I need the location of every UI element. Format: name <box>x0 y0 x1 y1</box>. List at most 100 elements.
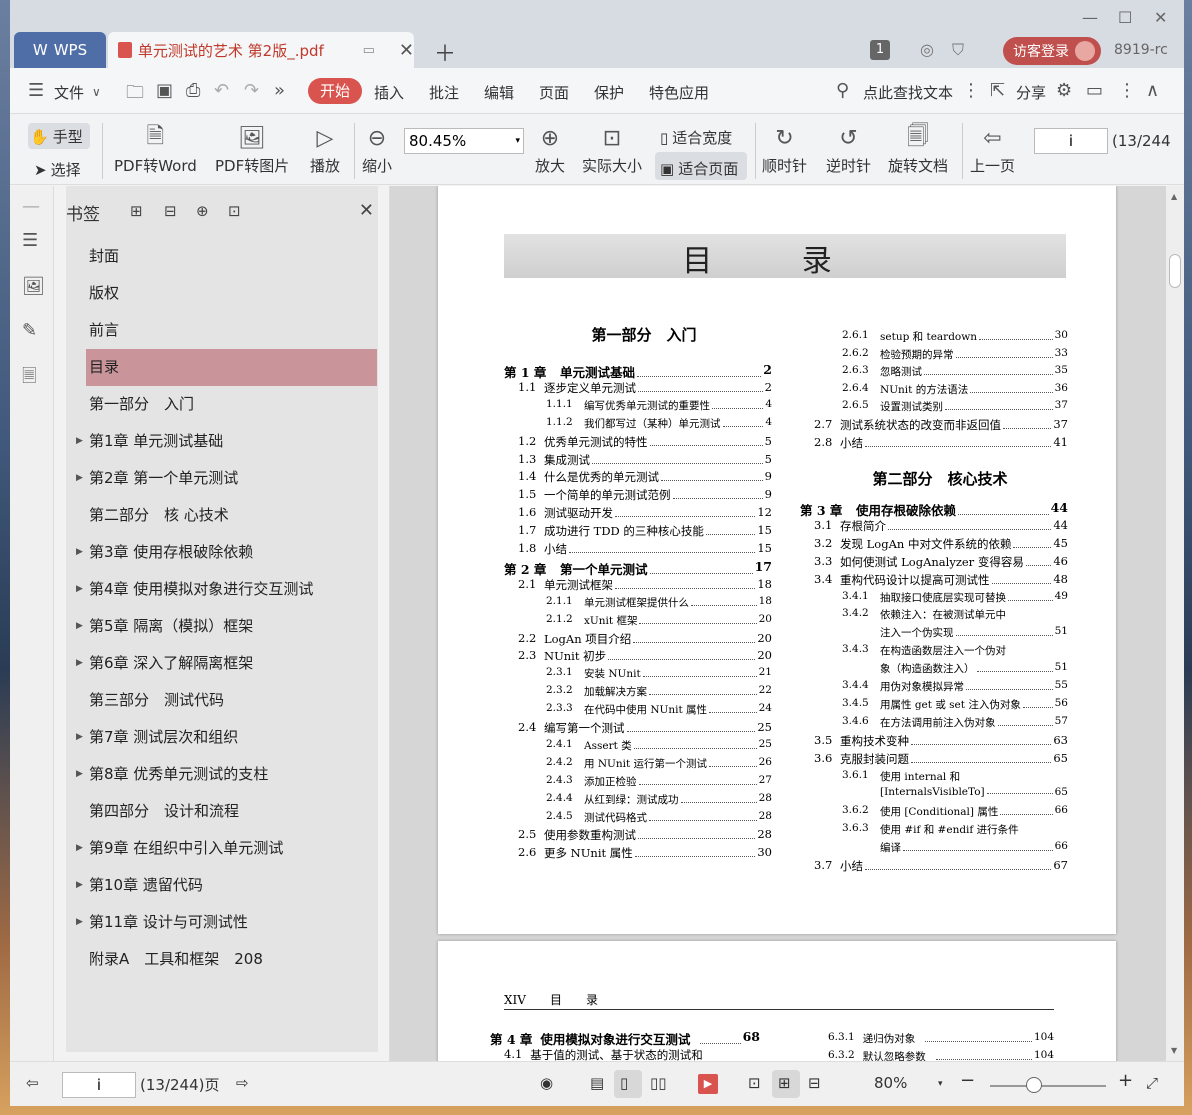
fit-page-status-icon[interactable]: ⊞ <box>778 1074 791 1092</box>
expand-arrow-icon[interactable]: ▶ <box>76 904 83 941</box>
close-window-button[interactable]: ✕ <box>1154 8 1167 27</box>
bookmark-item[interactable]: ▶ 第11章 设计与可测试性 <box>66 904 378 941</box>
menu-special[interactable]: 特色应用 <box>649 82 709 103</box>
toc-entry[interactable]: 第 2 章第一个单元测试 17 <box>504 559 772 578</box>
chevron-down-icon[interactable]: ∨ <box>92 85 101 99</box>
pdf-to-word-button[interactable]: 🗎 PDF转Word <box>114 121 197 176</box>
share-icon[interactable]: ⇱ <box>990 80 1005 101</box>
bookmark-list-icon[interactable]: ☰ <box>22 230 38 251</box>
comment-icon[interactable]: ▭ <box>1086 80 1103 101</box>
toc-entry[interactable]: 3.3 如何使测试 LogAnalyzer 变得容易 46 <box>814 554 1068 570</box>
toc-entry[interactable]: 第 1 章单元测试基础 2 <box>504 362 772 381</box>
bookmark-item[interactable]: ▶ 第10章 遗留代码 <box>66 867 378 904</box>
toc-entry[interactable]: 2.4.1 Assert 类 25 <box>546 738 772 753</box>
expand-arrow-icon[interactable]: ▶ <box>76 645 83 682</box>
tab-document[interactable]: 单元测试的艺术 第2版_.pdf ▭ ✕ <box>108 32 414 68</box>
toc-entry[interactable]: 3.6.1 使用 internal 和 <box>842 769 1068 784</box>
zoom-slider-track[interactable] <box>990 1085 1106 1087</box>
toc-entry[interactable]: 1.5 一个简单的单元测试范例 9 <box>518 487 772 503</box>
bookmark-item[interactable]: 目录 <box>86 349 377 386</box>
bookmark-item[interactable]: ▶ 第8章 优秀单元测试的支柱 <box>66 756 378 793</box>
toc-entry[interactable]: 2.3.1 安装 NUnit 21 <box>546 666 772 681</box>
bookmark-item[interactable]: 附录A 工具和框架 208 <box>66 941 378 978</box>
redo-icon[interactable]: ↷ <box>244 80 259 101</box>
minimize-button[interactable]: — <box>1082 8 1098 27</box>
bookmark-item[interactable]: ▶ 第3章 使用存根破除依赖 <box>66 534 378 571</box>
toc-entry[interactable]: 2.6.5 设置测试类别 37 <box>842 399 1068 414</box>
settings-icon[interactable]: ⚙ <box>1056 80 1072 101</box>
toc-entry[interactable]: 第 3 章使用存根破除依赖 44 <box>800 500 1068 519</box>
expand-arrow-icon[interactable]: ▶ <box>76 867 83 904</box>
zoom-in-button[interactable]: ⊕ 放大 <box>535 121 565 176</box>
bookmark-item[interactable]: 第一部分 入门 <box>66 386 378 423</box>
collapse-all-icon[interactable]: ⊟ <box>164 202 177 220</box>
expand-arrow-icon[interactable]: ▶ <box>76 608 83 645</box>
save-icon[interactable]: ▣ <box>156 80 173 101</box>
rotate-cw-button[interactable]: ↻ 顺时针 <box>762 121 807 176</box>
toc-entry[interactable]: 2.1 单元测试框架 18 <box>518 577 772 593</box>
toc-entry[interactable]: 2.8 小结 41 <box>814 435 1068 451</box>
toc-entry[interactable]: 3.2 发现 LogAn 中对文件系统的依赖 45 <box>814 536 1068 552</box>
page-number-input[interactable]: i <box>1034 128 1108 154</box>
guest-login-button[interactable]: 访客登录 <box>1003 37 1101 65</box>
zoom-select[interactable]: 80.45% ▾ <box>404 128 524 154</box>
more-options-icon[interactable]: ⋮ <box>1118 80 1136 101</box>
fit-width-button[interactable]: ▯ 适合宽度 <box>660 127 732 148</box>
toc-entry[interactable]: 3.4.1 抽取接口使底层实现可替换 49 <box>842 590 1068 605</box>
fullscreen-icon[interactable]: ⤢ <box>1146 1074 1158 1092</box>
toc-entry[interactable]: 4.1 基于值的测试、基于状态的测试和 <box>504 1047 774 1061</box>
toc-entry[interactable]: 注入一个伪实现 51 <box>842 625 1068 640</box>
toc-entry[interactable]: 3.4.3 在构造函数层注入一个伪对 <box>842 643 1068 658</box>
undo-icon[interactable]: ↶ <box>214 80 229 101</box>
bookmark-item[interactable]: 封面 <box>66 238 378 275</box>
toc-entry[interactable]: 2.3.3 在代码中使用 NUnit 属性 24 <box>546 702 772 717</box>
add-bookmark-icon[interactable]: ⊕ <box>196 202 209 220</box>
toc-entry[interactable]: 1.1.1 编写优秀单元测试的重要性 4 <box>546 398 772 413</box>
toc-entry[interactable]: 3.4.4 用伪对象模拟异常 55 <box>842 679 1068 694</box>
toc-entry[interactable]: 2.3.2 加载解决方案 22 <box>546 684 772 699</box>
toc-entry[interactable]: 2.3 NUnit 初步 20 <box>518 648 772 664</box>
attachment-icon[interactable]: 🗏 <box>22 364 36 394</box>
toc-entry[interactable]: 编译 66 <box>842 840 1068 855</box>
single-page-icon[interactable]: ▤ <box>590 1074 604 1092</box>
menu-insert[interactable]: 插入 <box>374 82 404 103</box>
pdf-to-image-button[interactable]: 🖼 PDF转图片 <box>215 121 289 176</box>
toc-entry[interactable]: 2.5 使用参数重构测试 28 <box>518 827 772 843</box>
toc-entry[interactable]: 3.4.6 在方法调用前注入伪对象 57 <box>842 715 1068 730</box>
toc-entry[interactable]: 3.6 克服封装问题 65 <box>814 751 1068 767</box>
menu-protect[interactable]: 保护 <box>594 82 624 103</box>
toc-entry[interactable]: 1.4 什么是优秀的单元测试 9 <box>518 469 772 485</box>
window-count-badge[interactable]: 1 <box>870 40 890 60</box>
status-page-input[interactable]: i <box>62 1072 136 1098</box>
zoom-dropdown-icon[interactable]: ▾ <box>938 1079 943 1089</box>
search-text-button[interactable]: 点此查找文本 <box>863 82 953 103</box>
tab-close-icon[interactable]: ✕ <box>399 40 414 61</box>
rotate-ccw-button[interactable]: ↺ 逆时针 <box>826 121 871 176</box>
zoom-in-status-icon[interactable]: + <box>1118 1070 1133 1091</box>
bookmark-item[interactable]: 版权 <box>66 275 378 312</box>
toc-entry[interactable]: 第 4 章使用模拟对象进行交互测试 68 <box>490 1029 760 1048</box>
bookmark-item[interactable]: ▶ 第9章 在组织中引入单元测试 <box>66 830 378 867</box>
toc-entry[interactable]: 2.6.2 检验预期的异常 33 <box>842 347 1068 362</box>
toc-entry[interactable]: 1.2 优秀单元测试的特性 5 <box>518 434 772 450</box>
eye-protect-icon[interactable]: ◉ <box>540 1074 553 1092</box>
new-tab-button[interactable]: ＋ <box>434 36 456 68</box>
zoom-slider-knob[interactable] <box>1026 1077 1042 1093</box>
slideshow-icon[interactable]: ▶ <box>698 1074 718 1094</box>
collapse-ribbon-icon[interactable]: ∧ <box>1146 80 1159 101</box>
search-icon[interactable]: ⚲ <box>836 80 849 101</box>
bookmark-item[interactable]: ▶ 第6章 深入了解隔离框架 <box>66 645 378 682</box>
toc-entry[interactable]: 6.3.1 递归伪对象 104 <box>828 1031 1054 1046</box>
toc-entry[interactable]: 3.6.2 使用 [Conditional] 属性 66 <box>842 804 1068 819</box>
maximize-button[interactable]: ☐ <box>1118 8 1132 27</box>
more-vertical-icon[interactable]: ⋮ <box>962 80 980 101</box>
menu-edit[interactable]: 编辑 <box>484 82 514 103</box>
fit-page-button[interactable]: ▣ 适合页面 <box>660 158 738 179</box>
hamburger-icon[interactable]: ☰ <box>28 80 44 101</box>
toc-entry[interactable]: 2.4 编写第一个测试 25 <box>518 720 772 736</box>
toc-entry[interactable]: 2.4.5 测试代码格式 28 <box>546 810 772 825</box>
prev-page-arrow-icon[interactable]: ⇦ <box>26 1074 39 1092</box>
share-button[interactable]: 分享 <box>1016 82 1046 103</box>
toc-entry[interactable]: 3.1 存根简介 44 <box>814 518 1068 534</box>
continuous-page-icon[interactable]: ▯ <box>620 1074 628 1092</box>
